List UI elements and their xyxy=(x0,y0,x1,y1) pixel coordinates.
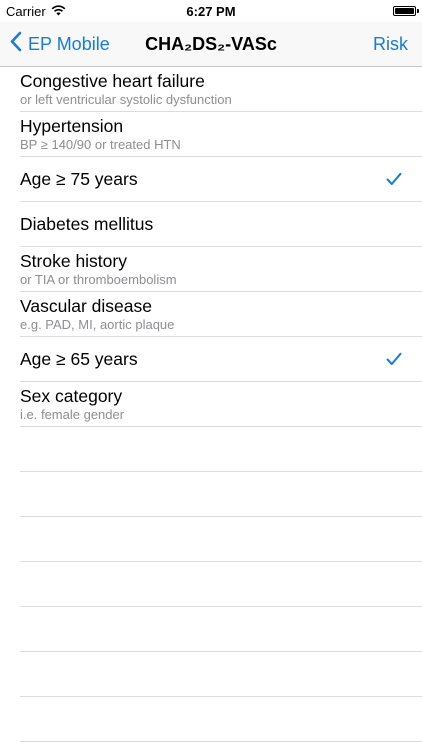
back-button-label: EP Mobile xyxy=(28,33,110,54)
row-subtitle: i.e. female gender xyxy=(20,407,125,422)
empty-row xyxy=(20,607,422,652)
row-title: Age ≥ 65 years xyxy=(20,349,138,369)
row-title: Stroke history xyxy=(20,251,127,271)
checkmark-icon xyxy=(386,352,402,365)
criterion-row-age-75[interactable]: Age ≥ 75 years xyxy=(20,157,422,202)
navigation-bar: EP Mobile CHA₂DS₂-VASc Risk xyxy=(0,22,422,67)
criterion-row-age-65[interactable]: Age ≥ 65 years xyxy=(20,337,422,382)
row-subtitle: or left ventricular systolic dysfunction xyxy=(20,92,232,107)
row-subtitle: e.g. PAD, MI, aortic plaque xyxy=(20,317,175,332)
criterion-row-sex[interactable]: Sex category i.e. female gender xyxy=(20,382,422,427)
empty-row xyxy=(20,472,422,517)
row-title: Diabetes mellitus xyxy=(20,214,154,234)
checkmark-icon xyxy=(386,172,402,185)
criterion-row-vascular[interactable]: Vascular disease e.g. PAD, MI, aortic pl… xyxy=(20,292,422,337)
battery-icon xyxy=(393,6,416,16)
criteria-table: Congestive heart failure or left ventric… xyxy=(0,67,422,742)
empty-row xyxy=(20,517,422,562)
criterion-row-hypertension[interactable]: Hypertension BP ≥ 140/90 or treated HTN xyxy=(20,112,422,157)
chevron-left-icon xyxy=(10,31,28,57)
empty-row xyxy=(20,427,422,472)
criterion-row-chf[interactable]: Congestive heart failure or left ventric… xyxy=(20,67,422,112)
row-title: Sex category xyxy=(20,386,123,406)
row-subtitle: BP ≥ 140/90 or treated HTN xyxy=(20,137,181,152)
empty-row xyxy=(20,562,422,607)
empty-row xyxy=(20,652,422,697)
risk-button[interactable]: Risk xyxy=(373,22,408,66)
row-title: Vascular disease xyxy=(20,296,152,316)
status-time: 6:27 PM xyxy=(186,4,236,19)
criterion-row-diabetes[interactable]: Diabetes mellitus xyxy=(20,202,422,247)
criterion-row-stroke[interactable]: Stroke history or TIA or thromboembolism xyxy=(20,247,422,292)
row-title: Congestive heart failure xyxy=(20,71,205,91)
row-subtitle: or TIA or thromboembolism xyxy=(20,272,177,287)
row-title: Age ≥ 75 years xyxy=(20,169,138,189)
empty-row xyxy=(20,697,422,742)
row-title: Hypertension xyxy=(20,116,124,136)
back-button[interactable]: EP Mobile xyxy=(10,22,110,66)
status-bar: Carrier 6:27 PM xyxy=(0,0,422,22)
